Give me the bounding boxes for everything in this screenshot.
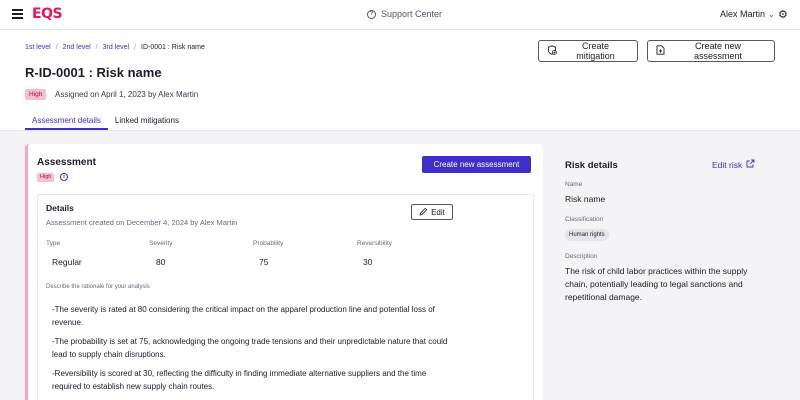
tab-bar: Assessment details Linked mitigations: [25, 110, 186, 130]
document-plus-icon: [656, 45, 665, 57]
pencil-icon: [419, 207, 428, 218]
assessment-card: Assessment High i Create new assessment …: [25, 144, 543, 400]
rationale-paragraph: -Reversibility is scored at 30, reflecti…: [52, 369, 427, 391]
classification-chip: Human rights: [565, 229, 609, 241]
edit-risk-link[interactable]: Edit risk: [712, 159, 755, 170]
breadcrumb-level-1[interactable]: 1st level: [25, 44, 51, 51]
breadcrumb: 1st level / 2nd level / 3rd level / ID-0…: [25, 44, 205, 51]
support-center-label: Support Center: [381, 9, 443, 19]
support-center-link[interactable]: ? Support Center: [367, 9, 442, 19]
create-new-assessment-header-button[interactable]: Create new assessment: [647, 40, 775, 62]
description-label: Description: [565, 253, 598, 260]
probability-value: 75: [259, 257, 269, 267]
reversibility-value: 30: [363, 257, 373, 267]
risk-details-title: Risk details: [565, 160, 618, 171]
breadcrumb-level-3[interactable]: 3rd level: [103, 44, 129, 51]
type-value: Regular: [52, 257, 82, 267]
create-new-assessment-label: Create new assessment: [693, 41, 743, 61]
edit-assessment-button[interactable]: Edit: [411, 204, 453, 220]
edit-risk-label: Edit risk: [712, 159, 743, 170]
menu-icon[interactable]: [12, 9, 23, 19]
details-title: Details: [46, 203, 74, 213]
breadcrumb-separator: /: [134, 44, 137, 51]
rationale-paragraph: -The severity is rated at 80 considering…: [52, 305, 435, 327]
breadcrumb-separator: /: [55, 44, 58, 51]
breadcrumb-separator: /: [95, 44, 98, 51]
severity-value: 80: [156, 257, 166, 267]
assigned-info: Assigned on April 1, 2023 by Alex Martin: [55, 90, 199, 99]
create-mitigation-label: Create mitigation: [576, 41, 615, 61]
risk-description: The risk of child labor practices within…: [565, 266, 748, 302]
assessment-meta: Assessment created on December 4, 2024 b…: [46, 218, 238, 227]
breadcrumb-current: ID-0001 : Risk name: [141, 44, 205, 51]
help-circle-icon: ?: [367, 9, 376, 19]
external-link-icon: [746, 159, 755, 170]
risk-name-value: Risk name: [565, 194, 606, 204]
shield-plus-icon: [547, 45, 557, 57]
risk-level-badge: High: [25, 89, 47, 100]
type-label: Type: [46, 240, 61, 247]
user-name: Alex Martin: [720, 9, 766, 19]
gear-icon[interactable]: ⚙: [778, 8, 788, 21]
edit-label: Edit: [431, 207, 445, 217]
reversibility-label: Reversibility: [357, 240, 393, 247]
create-mitigation-button[interactable]: Create mitigation: [538, 40, 638, 62]
assessment-title: Assessment: [37, 157, 96, 168]
classification-label: Classification: [565, 216, 604, 223]
details-panel: Details Assessment created on December 4…: [37, 194, 534, 400]
eqs-logo[interactable]: EQS: [32, 6, 63, 22]
create-new-assessment-button[interactable]: Create new assessment: [422, 156, 531, 173]
tab-linked-mitigations[interactable]: Linked mitigations: [108, 110, 186, 130]
tab-assessment-details[interactable]: Assessment details: [25, 110, 108, 130]
assessment-level-badge: High: [37, 173, 55, 182]
rationale-paragraph: -The probability is set at 75, acknowled…: [52, 337, 448, 359]
top-bar: EQS ? Support Center Alex Martin ⌄ ⚙: [0, 0, 800, 30]
breadcrumb-level-2[interactable]: 2nd level: [63, 44, 91, 51]
rationale-label: Describe the rationale for your analysis: [46, 284, 150, 290]
user-menu[interactable]: Alex Martin ⌄: [720, 9, 775, 19]
info-icon[interactable]: i: [60, 173, 68, 181]
risk-name-label: Name: [565, 181, 583, 188]
probability-label: Probability: [253, 240, 284, 247]
page-title: R-ID-0001 : Risk name: [25, 65, 162, 80]
chevron-down-icon: ⌄: [768, 9, 775, 19]
severity-label: Severity: [149, 240, 173, 247]
